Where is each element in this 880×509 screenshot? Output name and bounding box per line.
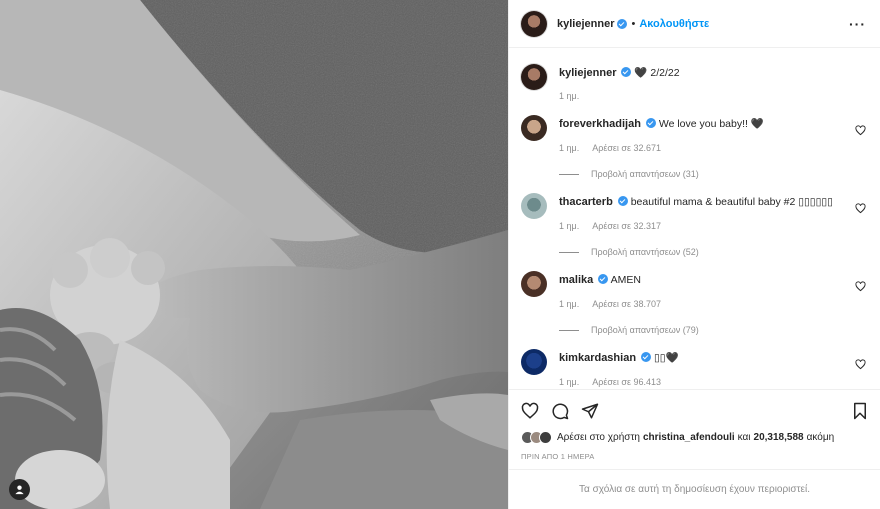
comment-icon[interactable] — [551, 402, 569, 420]
verified-icon — [645, 118, 656, 128]
likes-summary[interactable]: Αρέσει στο χρήστη christina_afendouli κα… — [521, 431, 868, 444]
more-icon[interactable]: ··· — [849, 16, 866, 32]
commenter-avatar[interactable] — [521, 271, 547, 297]
commenter-avatar[interactable] — [521, 193, 547, 219]
likes-count[interactable]: 20,318,588 — [754, 432, 804, 443]
view-replies-label: Προβολή απαντήσεων (52) — [591, 247, 699, 257]
post-actions: Αρέσει στο χρήστη christina_afendouli κα… — [509, 389, 880, 461]
caption-avatar[interactable] — [521, 64, 547, 90]
likes-suffix: ακόμη — [806, 432, 835, 443]
view-replies-label: Προβολή απαντήσεων (31) — [591, 169, 699, 179]
commenter-avatar[interactable] — [521, 115, 547, 141]
instagram-post-modal: kyliejenner • Ακολουθήστε ··· kyliejenne… — [0, 0, 880, 509]
heart-icon[interactable] — [855, 203, 866, 214]
comment-text: AMEN — [610, 274, 641, 286]
like-heart-icon[interactable] — [521, 402, 539, 420]
comment-username[interactable]: foreverkhadijah — [559, 118, 641, 130]
replies-line — [559, 251, 579, 253]
comments-list[interactable]: kyliejenner 🖤 2/2/22 1 ημ. foreverkhadij… — [509, 48, 880, 389]
comment-username[interactable]: malika — [559, 274, 593, 286]
heart-icon[interactable] — [855, 359, 866, 370]
separator-dot: • — [631, 17, 636, 30]
verified-icon — [641, 352, 652, 362]
heart-icon[interactable] — [855, 125, 866, 136]
view-replies-button[interactable]: Προβολή απαντήσεων (52) — [559, 247, 866, 257]
comment-likes[interactable]: Αρέσει σε 32.317 — [592, 221, 661, 231]
verified-icon — [598, 274, 609, 284]
caption: kyliejenner 🖤 2/2/22 1 ημ. — [521, 64, 866, 101]
comment-time[interactable]: 1 ημ. — [559, 221, 579, 231]
comment-username[interactable]: thacarterb — [559, 196, 613, 208]
likes-middle: και — [737, 432, 751, 443]
bookmark-icon[interactable] — [852, 402, 868, 420]
caption-text: 🖤 2/2/22 — [634, 67, 680, 79]
view-replies-button[interactable]: Προβολή απαντήσεων (79) — [559, 325, 866, 335]
share-icon[interactable] — [581, 402, 599, 420]
post-photo[interactable] — [0, 0, 508, 509]
view-replies-label: Προβολή απαντήσεων (79) — [591, 325, 699, 335]
likes-user[interactable]: christina_afendouli — [643, 432, 735, 443]
comment-item: kimkardashian ▯▯🖤 1 ημ. Αρέσει σε 96.413 — [521, 349, 866, 387]
comment-text: ▯▯🖤 — [653, 352, 679, 364]
liker-avatars — [521, 431, 552, 444]
comments-restricted-notice: Τα σχόλια σε αυτή τη δημοσίευση έχουν πε… — [509, 469, 880, 509]
heart-icon[interactable] — [855, 281, 866, 292]
comment-username[interactable]: kimkardashian — [559, 352, 636, 364]
liker-avatar — [539, 431, 552, 444]
comment-item: malika AMEN 1 ημ. Αρέσει σε 38.707 Προβο… — [521, 271, 866, 335]
post-header: kyliejenner • Ακολουθήστε ··· — [509, 0, 880, 48]
replies-line — [559, 173, 579, 175]
view-replies-button[interactable]: Προβολή απαντήσεων (31) — [559, 169, 866, 179]
comment-item: thacarterb beautiful mama & beautiful ba… — [521, 193, 866, 257]
comment-likes[interactable]: Αρέσει σε 32.671 — [592, 143, 661, 153]
user-tag-button[interactable] — [9, 479, 30, 500]
comment-time[interactable]: 1 ημ. — [559, 299, 579, 309]
author-avatar[interactable] — [521, 10, 547, 37]
verified-icon — [617, 18, 628, 29]
caption-time[interactable]: 1 ημ. — [559, 91, 579, 101]
comment-text: We love you baby!! 🖤 — [658, 118, 764, 130]
verified-icon — [617, 196, 628, 206]
likes-prefix: Αρέσει στο χρήστη — [557, 432, 640, 443]
comment-time[interactable]: 1 ημ. — [559, 143, 579, 153]
user-tag-icon — [15, 485, 24, 495]
verified-icon — [621, 67, 632, 77]
comment-likes[interactable]: Αρέσει σε 96.413 — [592, 377, 661, 387]
comment-item: foreverkhadijah We love you baby!! 🖤 1 η… — [521, 115, 866, 179]
caption-username[interactable]: kyliejenner — [559, 67, 616, 79]
comment-time[interactable]: 1 ημ. — [559, 377, 579, 387]
follow-button[interactable]: Ακολουθήστε — [639, 18, 709, 30]
comment-likes[interactable]: Αρέσει σε 38.707 — [592, 299, 661, 309]
post-timestamp[interactable]: ΠΡΙΝ ΑΠΟ 1 ΗΜΕΡΑ — [521, 452, 868, 461]
comment-text: beautiful mama & beautiful baby #2 ▯▯▯▯▯… — [630, 196, 833, 208]
commenter-avatar[interactable] — [521, 349, 547, 375]
author-username[interactable]: kyliejenner — [557, 18, 614, 30]
replies-line — [559, 329, 579, 331]
post-side-panel: kyliejenner • Ακολουθήστε ··· kyliejenne… — [508, 0, 880, 509]
black-white-baby-hands-photo — [0, 0, 508, 509]
